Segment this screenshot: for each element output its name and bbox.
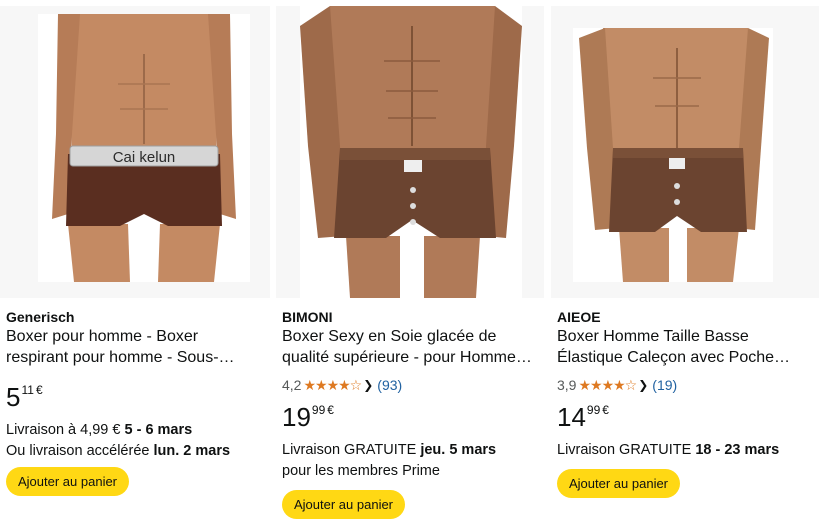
- product-image[interactable]: [300, 6, 522, 298]
- product-info: Generisch Boxer pour homme - Boxer respi…: [0, 298, 270, 496]
- product-grid: Cai kelun Generisch Boxer pour homme - B…: [0, 0, 819, 530]
- star-rating-icon[interactable]: ★★★★☆: [578, 377, 637, 394]
- product-image[interactable]: Cai kelun: [38, 14, 250, 282]
- price-currency: €: [35, 383, 43, 397]
- review-count-link[interactable]: (19): [652, 377, 677, 393]
- price-currency: €: [602, 403, 609, 417]
- delivery-date: 18 - 23 mars: [695, 442, 780, 458]
- product-photo-1: Cai kelun: [52, 14, 236, 282]
- brand-name: BIMONI: [282, 309, 333, 325]
- product-info: BIMONI Boxer Sexy en Soie glacée de qual…: [276, 298, 544, 519]
- product-title-link[interactable]: Boxer pour homme - Boxer respirant pour …: [6, 326, 264, 368]
- add-to-cart-button[interactable]: Ajouter au panier: [557, 469, 681, 498]
- price[interactable]: 5 11 €: [6, 382, 264, 412]
- product-card-3[interactable]: AIEOE Boxer Homme Taille Basse Élastique…: [551, 0, 819, 530]
- product-card-1[interactable]: Cai kelun Generisch Boxer pour homme - B…: [0, 0, 270, 530]
- product-info: AIEOE Boxer Homme Taille Basse Élastique…: [551, 298, 819, 498]
- delivery-info: Livraison GRATUITE jeu. 5 mars pour les …: [282, 440, 538, 482]
- brand-name: Generisch: [6, 309, 75, 325]
- product-title-link[interactable]: Boxer Sexy en Soie glacée de qualité sup…: [282, 326, 538, 368]
- delivery-text: Livraison GRATUITE: [282, 442, 421, 458]
- price-whole: 14: [557, 402, 586, 432]
- delivery-text: Livraison à 4,99 €: [6, 422, 125, 438]
- chevron-down-icon[interactable]: ❯: [638, 378, 648, 392]
- add-to-cart-button[interactable]: Ajouter au panier: [6, 467, 130, 496]
- delivery-text: Livraison GRATUITE: [557, 442, 696, 458]
- delivery-info: Livraison GRATUITE 18 - 23 mars: [557, 440, 813, 461]
- product-image-area[interactable]: Cai kelun: [0, 6, 270, 298]
- product-photo-3: [579, 28, 769, 282]
- price-fraction: 99: [311, 403, 326, 417]
- product-image-area[interactable]: [551, 6, 819, 298]
- rating-value: 3,9: [557, 377, 577, 393]
- delivery-date: lun. 2 mars: [153, 443, 231, 459]
- price-fraction: 11: [21, 383, 34, 397]
- price-currency: €: [327, 403, 334, 417]
- price-whole: 19: [282, 402, 311, 432]
- delivery-date: 5 - 6 mars: [124, 422, 193, 438]
- product-image-area[interactable]: [276, 6, 544, 298]
- product-title-link[interactable]: Boxer Homme Taille Basse Élastique Caleç…: [557, 326, 813, 368]
- delivery-text: Ou livraison accélérée: [6, 443, 154, 459]
- rating-row[interactable]: 4,2 ★★★★☆ ❯ (93): [282, 376, 538, 394]
- delivery-info: Livraison à 4,99 € 5 - 6 mars Ou livrais…: [6, 420, 264, 462]
- price-whole: 5: [6, 382, 21, 412]
- waistband-text: Cai kelun: [113, 149, 176, 166]
- product-card-2[interactable]: BIMONI Boxer Sexy en Soie glacée de qual…: [276, 0, 544, 530]
- product-image[interactable]: [573, 28, 773, 282]
- delivery-date: jeu. 5 mars: [420, 442, 497, 458]
- add-to-cart-button[interactable]: Ajouter au panier: [282, 490, 406, 519]
- price[interactable]: 19 99 €: [282, 402, 538, 432]
- rating-row[interactable]: 3,9 ★★★★☆ ❯ (19): [557, 376, 813, 394]
- delivery-text: pour les membres Prime: [282, 463, 440, 479]
- review-count-link[interactable]: (93): [377, 377, 402, 393]
- chevron-down-icon[interactable]: ❯: [363, 378, 373, 392]
- product-photo-2: [300, 6, 522, 298]
- star-rating-icon[interactable]: ★★★★☆: [303, 377, 362, 394]
- rating-value: 4,2: [282, 377, 302, 393]
- price[interactable]: 14 99 €: [557, 402, 813, 432]
- brand-name: AIEOE: [557, 309, 601, 325]
- price-fraction: 99: [586, 403, 601, 417]
